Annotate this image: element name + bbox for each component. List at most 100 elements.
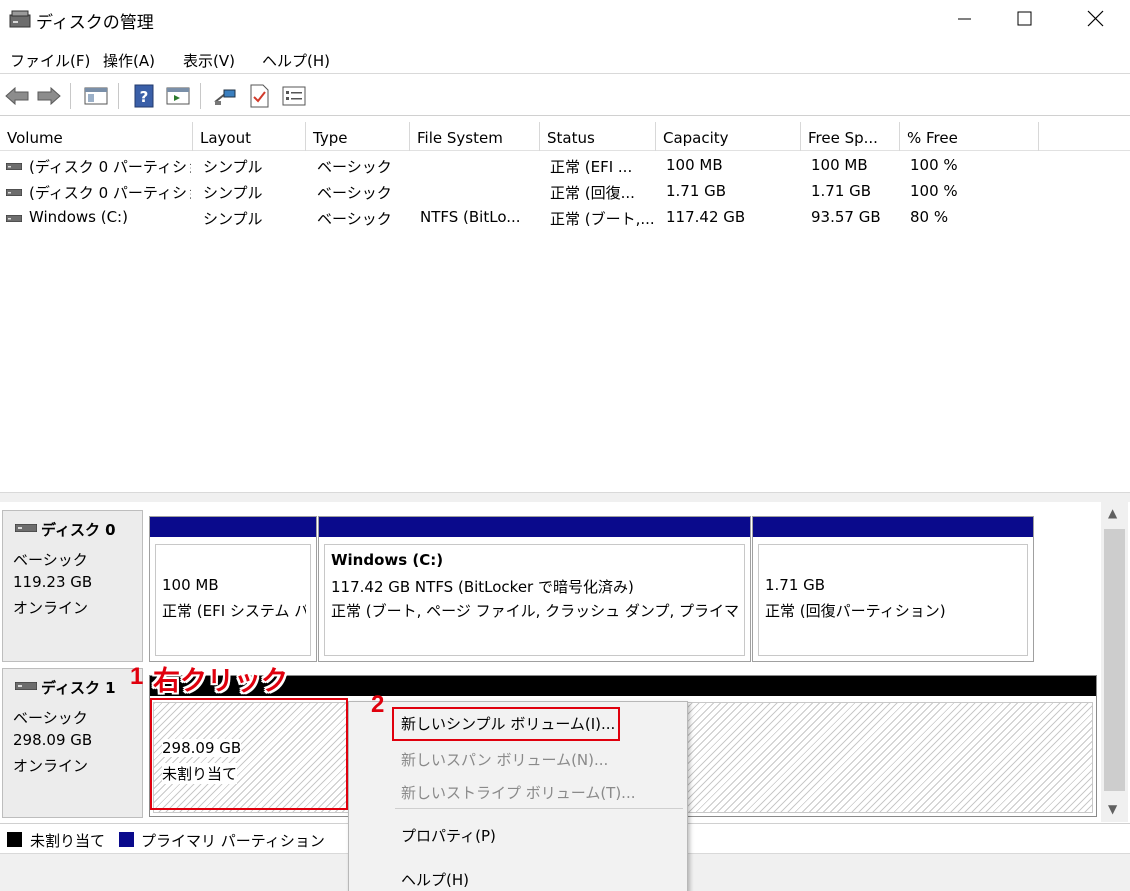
table-row[interactable]: (ディスク 0 パーティショ... シンプル ベーシック 正常 (回復... 1… (0, 179, 1130, 205)
cell-free-space: 100 MB (811, 156, 868, 174)
disk-0-type: ベーシック (13, 551, 88, 569)
primary-partition-swatch (119, 832, 134, 847)
table-row[interactable]: Windows (C:) シンプル ベーシック NTFS (BitLo... 正… (0, 205, 1130, 231)
cell-volume: (ディスク 0 パーティショ... (29, 184, 191, 202)
action-pane-icon[interactable] (164, 82, 192, 110)
menu-action[interactable]: 操作(A) (103, 50, 155, 71)
column-header-capacity[interactable]: Capacity (656, 122, 801, 151)
disk-0-size: 119.23 GB (13, 573, 93, 591)
disk-1-label[interactable]: ディスク 1 ベーシック 298.09 GB オンライン (2, 668, 143, 818)
connect-icon[interactable] (211, 82, 239, 110)
maximize-button[interactable] (995, 0, 1053, 38)
partition-body: 100 MB 正常 (EFI システム パ (155, 544, 311, 656)
toolbar: ? (0, 76, 1130, 116)
menu-item-properties[interactable]: プロパティ(P) (401, 825, 496, 846)
legend-primary-partition: プライマリ パーティション (141, 832, 325, 850)
partition-size: 1.71 GB (765, 576, 826, 594)
column-header-percent-free[interactable]: % Free (900, 122, 1039, 151)
menu-help[interactable]: ヘルプ(H) (262, 50, 330, 71)
scroll-thumb[interactable] (1104, 529, 1125, 791)
disk-management-icon (9, 10, 31, 28)
column-header-free-space[interactable]: Free Sp... (801, 122, 900, 151)
menu-item-new-spanned-volume: 新しいスパン ボリューム(N)... (401, 751, 609, 769)
column-header-file-system[interactable]: File System (410, 122, 540, 151)
disk-icon (15, 524, 37, 532)
console-tree-icon[interactable] (82, 82, 110, 110)
back-arrow-icon[interactable] (3, 82, 31, 110)
toolbar-separator (70, 83, 71, 109)
volume-icon (6, 215, 22, 222)
help-icon[interactable]: ? (130, 82, 158, 110)
toolbar-separator (200, 83, 201, 109)
partition-body: 1.71 GB 正常 (回復パーティション) (758, 544, 1028, 656)
disk-1-name: ディスク 1 (41, 679, 116, 697)
cell-percent-free: 100 % (910, 182, 958, 200)
column-header-type[interactable]: Type (306, 122, 410, 151)
cell-type: ベーシック (317, 158, 392, 176)
cell-percent-free: 80 % (910, 208, 949, 226)
window-title: ディスクの管理 (36, 13, 154, 33)
cell-free-space: 93.57 GB (811, 208, 881, 226)
primary-partition-bar (319, 517, 750, 537)
annotation-right-click-label: 右クリック (153, 666, 288, 696)
title-bar: ディスクの管理 (0, 0, 1130, 40)
cell-status: 正常 (ブート,... (550, 210, 654, 228)
disk-1-state: オンライン (13, 757, 89, 775)
cell-type: ベーシック (317, 184, 392, 202)
disk-0-name: ディスク 0 (41, 521, 116, 539)
column-header-status[interactable]: Status (540, 122, 656, 151)
menu-item-help[interactable]: ヘルプ(H) (401, 869, 469, 890)
menu-item-new-striped-volume: 新しいストライプ ボリューム(T)... (401, 784, 636, 802)
cell-volume: Windows (C:) (29, 208, 128, 226)
menu-separator (395, 808, 683, 809)
checklist-icon[interactable] (245, 82, 273, 110)
table-row[interactable]: (ディスク 0 パーティショ... シンプル ベーシック 正常 (EFI ...… (0, 153, 1130, 179)
partition-recovery[interactable]: 1.71 GB 正常 (回復パーティション) (752, 516, 1034, 662)
disk-1-type: ベーシック (13, 709, 88, 727)
cell-layout: シンプル (203, 184, 263, 202)
toolbar-separator (118, 83, 119, 109)
cell-volume: (ディスク 0 パーティショ... (29, 158, 191, 176)
properties-list-icon[interactable] (280, 82, 308, 110)
vertical-scrollbar[interactable]: ▲ ▼ (1101, 502, 1128, 822)
partition-size: 117.42 GB NTFS (BitLocker で暗号化済み) (331, 578, 634, 596)
close-icon (1087, 10, 1104, 27)
partition-efi[interactable]: 100 MB 正常 (EFI システム パ (149, 516, 317, 662)
annotation-step-2: 2 (371, 691, 385, 718)
maximize-icon (1017, 11, 1032, 26)
column-header-volume[interactable]: Volume (0, 122, 193, 151)
minimize-button[interactable] (935, 0, 993, 38)
cell-capacity: 1.71 GB (666, 182, 727, 200)
cell-free-space: 1.71 GB (811, 182, 872, 200)
partition-windows-c[interactable]: Windows (C:) 117.42 GB NTFS (BitLocker で… (318, 516, 751, 662)
annotation-box-unallocated (150, 698, 348, 810)
annotation-box-new-simple-volume (392, 707, 620, 741)
cell-layout: シンプル (203, 158, 263, 176)
cell-status: 正常 (EFI ... (550, 158, 633, 176)
menu-view[interactable]: 表示(V) (183, 50, 235, 71)
column-header-layout[interactable]: Layout (193, 122, 306, 151)
svg-text:?: ? (140, 88, 149, 106)
primary-partition-bar (753, 517, 1033, 537)
cell-percent-free: 100 % (910, 156, 958, 174)
cell-capacity: 117.42 GB (666, 208, 746, 226)
forward-arrow-icon[interactable] (35, 82, 63, 110)
scroll-up-icon[interactable]: ▲ (1108, 506, 1117, 520)
disk-icon (15, 682, 37, 690)
cell-status: 正常 (回復... (550, 184, 635, 202)
volume-icon (6, 189, 22, 196)
close-button[interactable] (1065, 0, 1123, 38)
cell-capacity: 100 MB (666, 156, 723, 174)
volume-icon (6, 163, 22, 170)
pane-splitter[interactable] (0, 492, 1130, 502)
menu-bar: ファイル(F) 操作(A) 表示(V) ヘルプ(H) (0, 46, 1130, 74)
legend-unallocated: 未割り当て (30, 832, 106, 850)
minimize-icon (958, 18, 971, 20)
cell-file-system: NTFS (BitLo... (420, 208, 521, 226)
unallocated-bar (150, 676, 1096, 696)
disk-0-label[interactable]: ディスク 0 ベーシック 119.23 GB オンライン (2, 510, 143, 662)
annotation-step-1: 1 (130, 663, 144, 690)
menu-file[interactable]: ファイル(F) (10, 50, 90, 71)
partition-status: 正常 (EFI システム パ (162, 602, 306, 620)
scroll-down-icon[interactable]: ▼ (1108, 802, 1117, 816)
